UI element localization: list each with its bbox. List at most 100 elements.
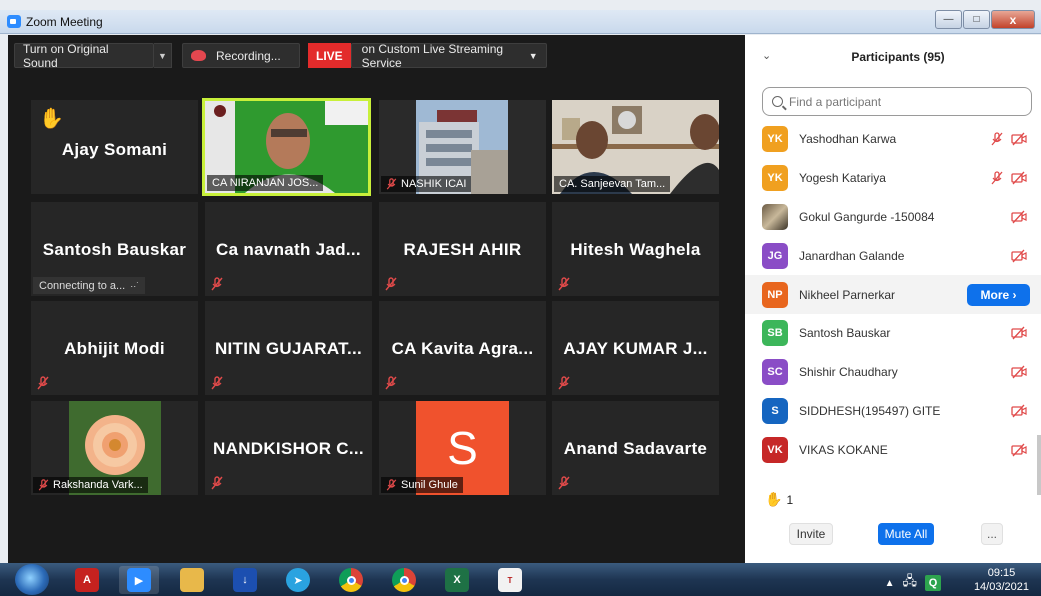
avatar: SB bbox=[762, 320, 788, 347]
video-tile[interactable]: NASHIK ICAI bbox=[379, 100, 546, 194]
video-tile[interactable]: Rakshanda Vark... bbox=[31, 401, 198, 495]
zoom-app-icon[interactable]: ▶ bbox=[119, 566, 159, 594]
video-off-icon[interactable] bbox=[1011, 131, 1027, 147]
participant-label: CA. Sanjeevan Tam... bbox=[554, 176, 671, 192]
avatar-photo bbox=[762, 203, 788, 230]
invite-button[interactable]: Invite bbox=[789, 523, 833, 545]
video-off-icon[interactable] bbox=[1011, 364, 1027, 380]
tray-q-icon[interactable]: Q bbox=[925, 575, 941, 591]
show-hidden-icons-icon[interactable]: ▲ bbox=[885, 578, 895, 589]
video-tile[interactable]: NITIN GUJARAT... bbox=[205, 301, 372, 395]
participant-name: Yogesh Katariya bbox=[799, 171, 886, 186]
participant-row[interactable]: JG Janardhan Galande bbox=[745, 236, 1041, 275]
participant-row[interactable]: NP Nikheel Parnerkar More › bbox=[745, 275, 1041, 314]
mic-muted-icon bbox=[37, 376, 49, 390]
video-off-icon[interactable] bbox=[1011, 325, 1027, 341]
chrome-app-2-icon[interactable] bbox=[384, 566, 424, 594]
participant-row[interactable]: SB Santosh Bauskar bbox=[745, 314, 1041, 353]
network-icon[interactable]: 🖧 bbox=[903, 572, 918, 594]
minimize-button[interactable]: — bbox=[935, 10, 962, 29]
video-tile[interactable]: Santosh Bauskar Connecting to a... ··˙ bbox=[31, 202, 198, 296]
mute-all-button[interactable]: Mute All bbox=[878, 523, 934, 545]
video-tile[interactable]: CA Kavita Agra... bbox=[379, 301, 546, 395]
video-tile[interactable]: NANDKISHOR C... bbox=[205, 401, 372, 495]
maximize-button[interactable]: □ bbox=[963, 10, 990, 29]
participant-name: NANDKISHOR C... bbox=[213, 439, 364, 458]
original-sound-button[interactable]: Turn on Original Sound bbox=[14, 42, 154, 70]
start-orb-icon[interactable] bbox=[15, 564, 49, 595]
participant-name: RAJESH AHIR bbox=[403, 240, 522, 259]
video-tile[interactable]: RAJESH AHIR bbox=[379, 202, 546, 296]
video-tile[interactable]: CA NIRANJAN JOS... bbox=[202, 98, 371, 196]
zoom-logo-icon bbox=[7, 15, 21, 28]
video-tile[interactable]: AJAY KUMAR J... bbox=[552, 301, 719, 395]
more-button[interactable]: More › bbox=[967, 283, 1030, 306]
scrollbar-thumb[interactable] bbox=[1037, 435, 1041, 495]
mic-muted-icon bbox=[385, 277, 397, 291]
participant-name: Ca navnath Jad... bbox=[216, 240, 361, 259]
live-badge: LIVE bbox=[308, 43, 351, 68]
mic-muted-icon bbox=[386, 178, 397, 190]
excel-app-icon[interactable]: X bbox=[437, 566, 477, 594]
more-options-button[interactable]: ... bbox=[981, 523, 1003, 545]
tally-erp-app-icon[interactable]: T bbox=[490, 566, 530, 594]
video-off-icon[interactable] bbox=[1011, 170, 1027, 186]
participant-row[interactable]: VK VIKAS KOKANE bbox=[745, 430, 1041, 469]
title-bar: Zoom Meeting — □ x bbox=[0, 10, 1041, 34]
download-app-icon[interactable]: ↓ bbox=[225, 566, 265, 594]
participant-row[interactable]: YK Yashodhan Karwa bbox=[745, 120, 1041, 159]
telegram-app-icon[interactable]: ➤ bbox=[278, 566, 318, 594]
chevron-down-icon[interactable]: ▼ bbox=[154, 43, 172, 68]
mic-muted-icon[interactable] bbox=[989, 170, 1005, 186]
video-tile[interactable]: Hitesh Waghela bbox=[552, 202, 719, 296]
search-input[interactable] bbox=[789, 94, 1019, 109]
live-stream-label: on Custom Live Streaming Service bbox=[361, 41, 504, 70]
video-tile[interactable]: CA. Sanjeevan Tam... bbox=[552, 100, 719, 194]
video-off-icon[interactable] bbox=[1011, 248, 1027, 264]
file-explorer-app-icon[interactable] bbox=[172, 566, 212, 594]
close-button[interactable]: x bbox=[991, 10, 1035, 29]
participant-label: CA NIRANJAN JOS... bbox=[207, 175, 324, 191]
video-off-icon[interactable] bbox=[1011, 403, 1027, 419]
mic-muted-icon[interactable] bbox=[989, 131, 1005, 147]
panel-header: ⌄ Participants (95) bbox=[745, 35, 1041, 81]
participant-name: Ajay Somani bbox=[61, 140, 168, 159]
participant-name: Hitesh Waghela bbox=[570, 240, 701, 259]
participant-name: CA Kavita Agra... bbox=[391, 339, 534, 358]
participant-name: Janardhan Galande bbox=[799, 248, 905, 263]
video-tile[interactable]: S Sunil Ghule bbox=[379, 401, 546, 495]
participant-row[interactable]: SC Shishir Chaudhary bbox=[745, 353, 1041, 392]
recording-indicator[interactable]: Recording... bbox=[182, 43, 300, 68]
video-tile[interactable]: Ca navnath Jad... bbox=[205, 202, 372, 296]
panel-footer: Invite Mute All ... bbox=[745, 523, 1041, 551]
raised-hand-icon: ✋ bbox=[39, 108, 64, 130]
participant-row[interactable]: Gokul Gangurde -150084 bbox=[745, 198, 1041, 237]
participant-name: Santosh Bauskar bbox=[799, 326, 891, 341]
mic-muted-icon bbox=[385, 376, 397, 390]
system-clock[interactable]: 09:15 14/03/2021 bbox=[974, 566, 1029, 594]
connecting-label: Connecting to a... bbox=[39, 279, 126, 292]
raised-hands-number: 1 bbox=[786, 492, 794, 507]
participant-name: SIDDHESH(195497) GITE bbox=[799, 403, 941, 418]
mic-muted-icon bbox=[211, 277, 223, 291]
caret-down-icon: ▼ bbox=[528, 50, 538, 61]
acrobat-app-icon[interactable]: A bbox=[67, 566, 107, 594]
participant-name: Abhijit Modi bbox=[64, 339, 165, 358]
mic-muted-icon bbox=[38, 479, 49, 491]
live-stream-dropdown[interactable]: on Custom Live Streaming Service ▼ bbox=[350, 41, 547, 70]
video-tile[interactable]: ✋ Ajay Somani bbox=[31, 100, 198, 194]
participant-row[interactable]: YK Yogesh Katariya bbox=[745, 159, 1041, 198]
video-tile[interactable]: Abhijit Modi bbox=[31, 301, 198, 395]
participant-search[interactable] bbox=[762, 87, 1032, 116]
participant-row[interactable]: S SIDDHESH(195497) GITE bbox=[745, 392, 1041, 431]
mic-muted-icon bbox=[558, 476, 570, 490]
video-off-icon[interactable] bbox=[1011, 209, 1027, 225]
video-off-icon[interactable] bbox=[1011, 442, 1027, 458]
video-tile[interactable]: Anand Sadavarte bbox=[552, 401, 719, 495]
mic-muted-icon bbox=[558, 277, 570, 291]
mic-muted-icon bbox=[558, 376, 570, 390]
raised-hands-count: ✋ 1 bbox=[765, 491, 793, 508]
clock-date: 14/03/2021 bbox=[973, 581, 1029, 593]
participant-name: NITIN GUJARAT... bbox=[214, 339, 363, 358]
chrome-app-icon[interactable] bbox=[331, 566, 371, 594]
